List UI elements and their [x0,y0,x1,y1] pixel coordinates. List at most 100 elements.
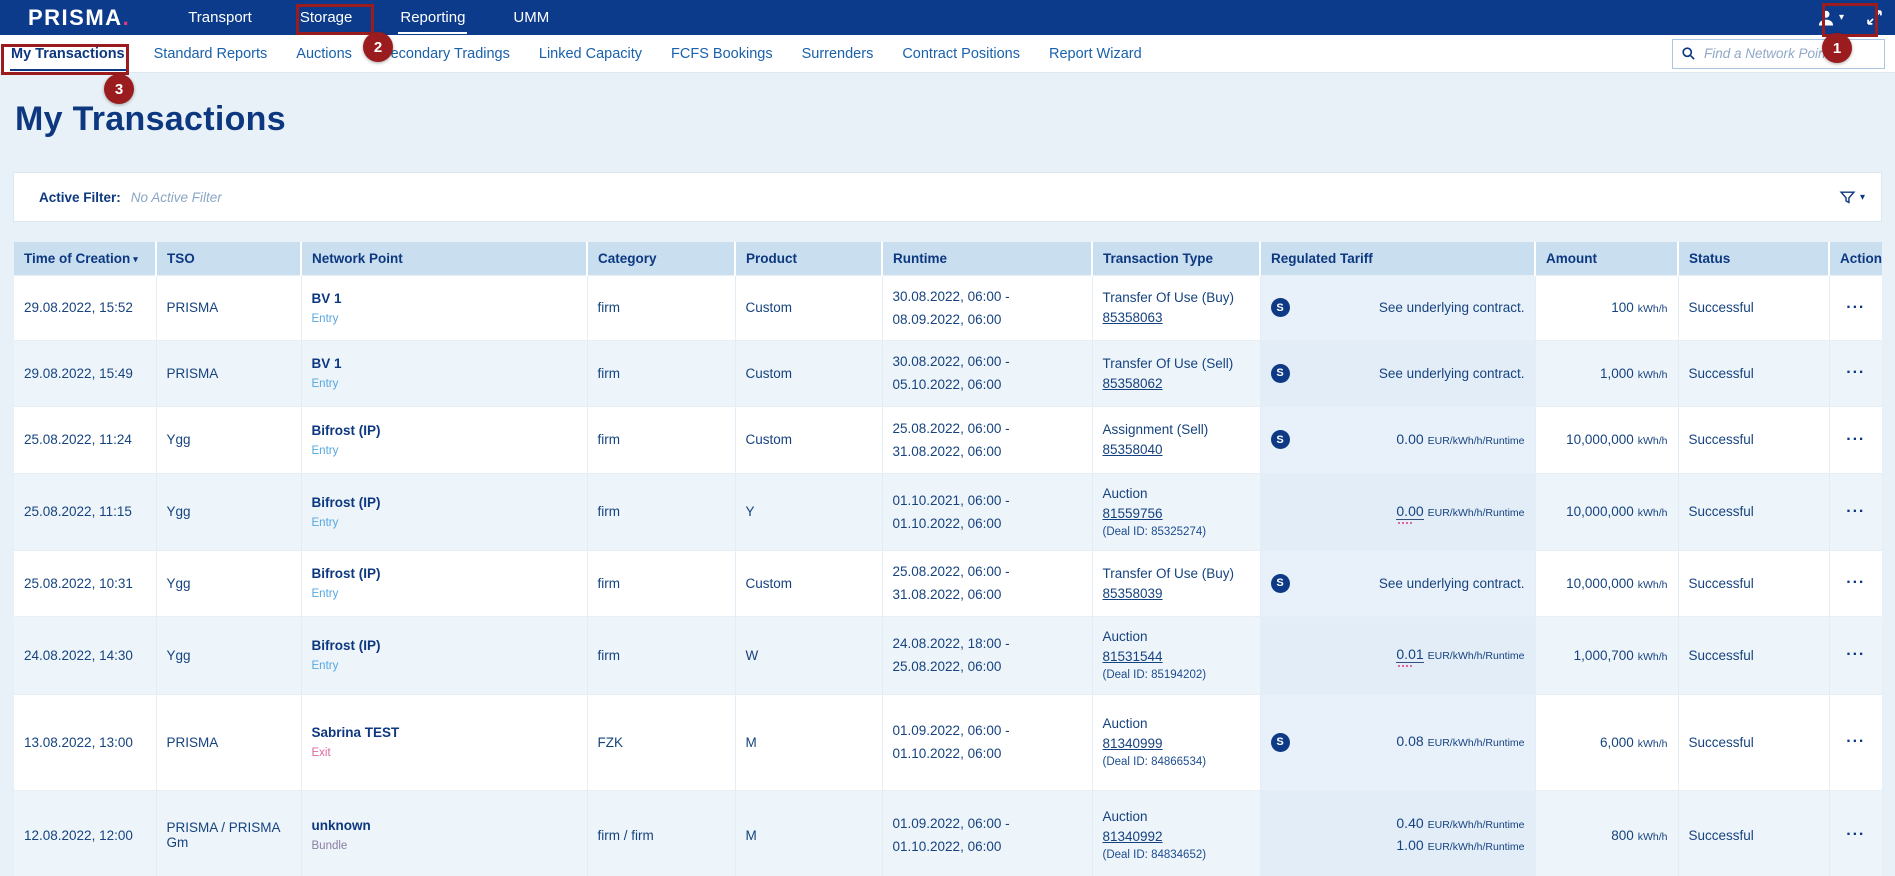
network-point-direction: Entry [312,378,577,390]
subnav-contract-positions[interactable]: Contract Positions [901,37,1021,71]
table-row: 13.08.2022, 13:00 PRISMA Sabrina TESTExi… [14,694,1882,790]
filter-value: No Active Filter [131,190,222,205]
col-actions[interactable]: Actions [1829,242,1882,275]
row-actions-button[interactable]: ··· [1846,299,1865,316]
subnav-auctions[interactable]: Auctions [295,37,353,71]
cell-transaction-type: Assignment (Sell)85358040 [1092,406,1260,473]
network-point-name: Bifrost (IP) [312,566,577,581]
subnav-surrenders[interactable]: Surrenders [801,37,875,71]
cell-actions: ··· [1829,616,1882,694]
col-regulated-tariff[interactable]: Regulated Tariff [1260,242,1535,275]
col-status[interactable]: Status [1678,242,1829,275]
filter-label: Active Filter: [39,190,121,205]
row-actions-button[interactable]: ··· [1846,646,1865,663]
cell-regulated-tariff: SSee underlying contract. [1260,340,1535,406]
subnav-standard-reports[interactable]: Standard Reports [153,37,269,71]
col-product[interactable]: Product [735,242,882,275]
cell-transaction-type: Transfer Of Use (Buy)85358063 [1092,275,1260,340]
row-actions-button[interactable]: ··· [1846,364,1865,381]
cell-runtime: 01.10.2021, 06:00 - 01.10.2022, 06:00 [882,473,1092,550]
cell-regulated-tariff: SSee underlying contract. [1260,550,1535,616]
transaction-id-link[interactable]: 81340999 [1103,736,1163,751]
cell-network-point: Bifrost (IP)Entry [301,550,587,616]
cell-network-point: Bifrost (IP)Entry [301,406,587,473]
cell-tso: Ygg [156,550,301,616]
col-amount[interactable]: Amount [1535,242,1678,275]
surcharge-icon: S [1271,364,1290,383]
transaction-id-link[interactable]: 81340992 [1103,829,1163,844]
transaction-id-link[interactable]: 85358063 [1103,310,1163,325]
filter-menu-button[interactable]: ▾ [1839,189,1865,206]
cell-amount: 100kWh/h [1535,275,1678,340]
cell-transaction-type: Auction81340992(Deal ID: 84834652) [1092,790,1260,876]
nav-reporting[interactable]: Reporting [398,1,467,34]
cell-product: Y [735,473,882,550]
cell-status: Successful [1678,790,1829,876]
col-category[interactable]: Category [587,242,735,275]
network-point-name: Sabrina TEST [312,725,577,740]
cell-runtime: 30.08.2022, 06:00 - 05.10.2022, 06:00 [882,340,1092,406]
col-transaction-type[interactable]: Transaction Type [1092,242,1260,275]
cell-actions: ··· [1829,340,1882,406]
cell-time: 25.08.2022, 10:31 [14,550,156,616]
transaction-id-link[interactable]: 85358040 [1103,442,1163,457]
reporting-sub-navigation: My Transactions Standard Reports Auction… [0,35,1895,73]
logo-dot: . [123,5,131,30]
row-actions-button[interactable]: ··· [1846,826,1865,843]
table-row: 25.08.2022, 11:15 Ygg Bifrost (IP)Entry … [14,473,1882,550]
cell-time: 12.08.2022, 12:00 [14,790,156,876]
col-runtime[interactable]: Runtime [882,242,1092,275]
cell-status: Successful [1678,694,1829,790]
nav-transport[interactable]: Transport [186,1,254,34]
active-filter-bar: Active Filter: No Active Filter ▾ [13,172,1882,222]
cell-actions: ··· [1829,473,1882,550]
cell-category: firm [587,473,735,550]
transaction-id-link[interactable]: 81531544 [1103,649,1163,664]
cell-network-point: BV 1Entry [301,275,587,340]
annotation-box-user-menu [1822,3,1878,37]
cell-actions: ··· [1829,406,1882,473]
row-actions-button[interactable]: ··· [1846,503,1865,520]
network-point-direction: Entry [312,445,577,457]
annotation-box-my-transactions [1,44,129,75]
row-actions-button[interactable]: ··· [1846,431,1865,448]
nav-umm[interactable]: UMM [511,1,551,34]
subnav-linked-capacity[interactable]: Linked Capacity [538,37,643,71]
col-network-point[interactable]: Network Point [301,242,587,275]
table-row: 24.08.2022, 14:30 Ygg Bifrost (IP)Entry … [14,616,1882,694]
transaction-id-link[interactable]: 85358062 [1103,376,1163,391]
col-time-of-creation[interactable]: Time of Creation▾ [14,242,156,275]
subnav-secondary-tradings[interactable]: Secondary Tradings [380,37,511,71]
network-point-name: BV 1 [312,291,577,306]
annotation-badge-2: 2 [363,32,393,62]
row-actions-button[interactable]: ··· [1846,733,1865,750]
cell-amount: 1,000kWh/h [1535,340,1678,406]
col-tso[interactable]: TSO [156,242,301,275]
cell-amount: 800kWh/h [1535,790,1678,876]
transaction-id-link[interactable]: 85358039 [1103,586,1163,601]
prisma-logo[interactable]: PRISMA. [28,0,130,35]
page-title: My Transactions [0,73,1895,139]
network-point-name: unknown [312,818,577,833]
top-navigation-bar: PRISMA. Transport Storage Reporting UMM … [0,0,1895,35]
table-row: 29.08.2022, 15:49 PRISMA BV 1Entry firm … [14,340,1882,406]
cell-product: Custom [735,406,882,473]
table-row: 29.08.2022, 15:52 PRISMA BV 1Entry firm … [14,275,1882,340]
surcharge-icon: S [1271,574,1290,593]
app-window: PRISMA. Transport Storage Reporting UMM … [0,0,1895,876]
surcharge-icon: S [1271,733,1290,752]
cell-status: Successful [1678,616,1829,694]
subnav-items: My Transactions Standard Reports Auction… [10,37,1143,71]
cell-transaction-type: Transfer Of Use (Buy)85358039 [1092,550,1260,616]
cell-actions: ··· [1829,790,1882,876]
table-header-row: Time of Creation▾ TSO Network Point Cate… [14,242,1882,275]
cell-transaction-type: Auction81559756(Deal ID: 85325274) [1092,473,1260,550]
cell-network-point: BV 1Entry [301,340,587,406]
table-row: 25.08.2022, 10:31 Ygg Bifrost (IP)Entry … [14,550,1882,616]
subnav-fcfs-bookings[interactable]: FCFS Bookings [670,37,774,71]
surcharge-icon: S [1271,298,1290,317]
cell-actions: ··· [1829,550,1882,616]
row-actions-button[interactable]: ··· [1846,574,1865,591]
transaction-id-link[interactable]: 81559756 [1103,506,1163,521]
subnav-report-wizard[interactable]: Report Wizard [1048,37,1143,71]
